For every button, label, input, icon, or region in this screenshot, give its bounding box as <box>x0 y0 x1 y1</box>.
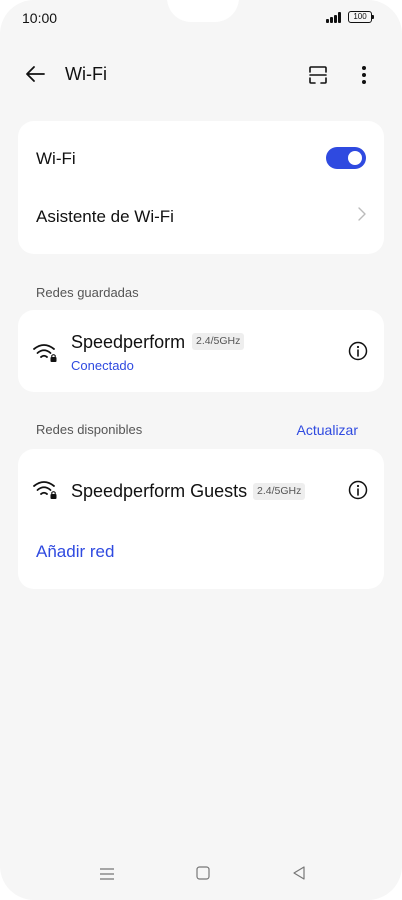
phone-screen: 10:00 100 Wi-Fi Wi-Fi Asistente de Wi-Fi… <box>0 0 402 900</box>
wifi-locked-icon <box>33 344 57 362</box>
status-bar: 10:00 100 <box>0 0 402 40</box>
home-icon[interactable] <box>196 866 210 880</box>
network-ssid: Speedperform <box>71 332 186 352</box>
back-arrow-icon[interactable] <box>24 63 46 85</box>
refresh-button[interactable]: Actualizar <box>297 422 358 438</box>
battery-icon: 100 <box>348 11 374 23</box>
more-vert-icon[interactable] <box>352 63 376 87</box>
network-ssid: Speedperform Guests <box>71 481 248 501</box>
page-title: Wi-Fi <box>65 64 107 84</box>
band-badge: 2.4/5GHz <box>253 483 306 500</box>
signal-icon <box>326 12 342 23</box>
wifi-settings-card: Wi-Fi Asistente de Wi-Fi <box>18 121 384 254</box>
connection-status: Conectado <box>71 358 134 373</box>
wifi-locked-icon <box>33 481 57 499</box>
chevron-right-icon[interactable] <box>356 207 368 221</box>
qr-scan-icon[interactable] <box>308 65 328 85</box>
status-time: 10:00 <box>22 10 58 26</box>
wifi-toggle-label: Wi-Fi <box>36 149 76 168</box>
band-badge: 2.4/5GHz <box>192 333 245 350</box>
battery-level: 100 <box>353 12 367 21</box>
saved-networks-header: Redes guardadas <box>36 285 139 300</box>
system-nav-bar <box>0 850 402 900</box>
available-networks-header: Redes disponibles <box>36 422 143 437</box>
wifi-assistant-item[interactable]: Asistente de Wi-Fi <box>36 207 174 227</box>
info-icon[interactable] <box>348 341 368 361</box>
available-network-item[interactable]: Speedperform Guests 2.4/5GHz <box>18 449 384 529</box>
app-header: Wi-Fi <box>0 50 402 100</box>
menu-icon[interactable] <box>100 867 114 881</box>
add-network-button[interactable]: Añadir red <box>36 542 114 562</box>
camera-notch <box>167 0 239 22</box>
wifi-toggle-switch[interactable] <box>326 147 366 169</box>
info-icon[interactable] <box>348 480 368 500</box>
back-icon[interactable] <box>292 866 306 880</box>
available-networks-card: Speedperform Guests 2.4/5GHz Añadir red <box>18 449 384 589</box>
saved-network-item[interactable]: Speedperform 2.4/5GHz Conectado <box>18 310 384 392</box>
